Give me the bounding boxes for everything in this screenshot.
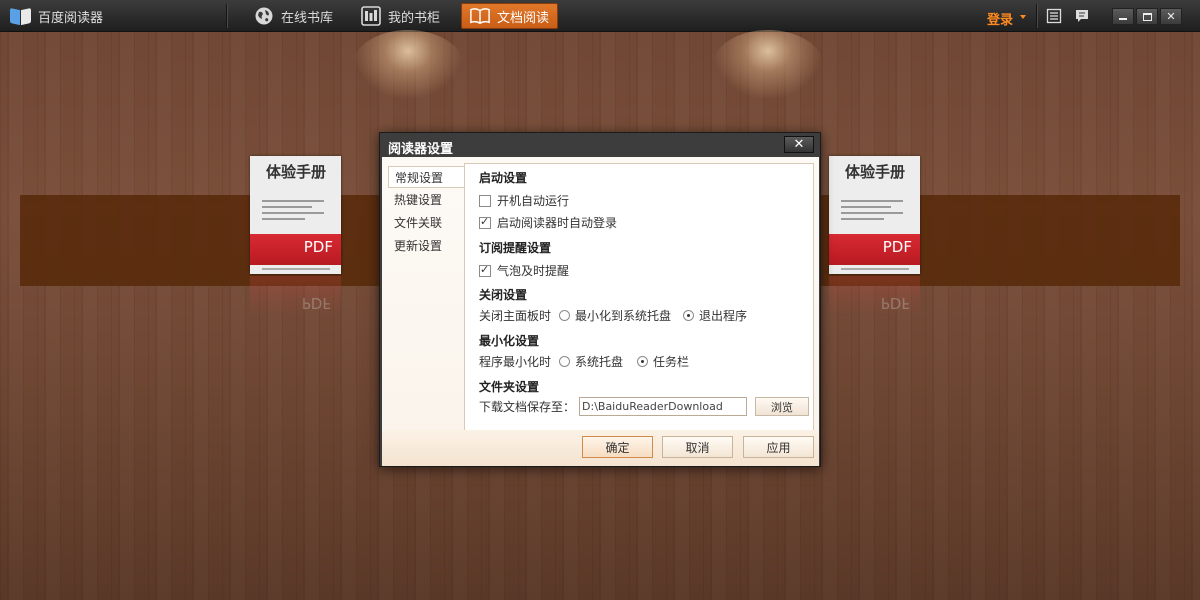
pdf-badge: PDF	[303, 238, 333, 256]
login-link[interactable]: 登录	[987, 9, 1013, 28]
pdf-reflection: PDF	[301, 294, 331, 312]
dialog-title: 阅读器设置	[388, 142, 454, 157]
bubble-reminder-option[interactable]: 气泡及时提醒	[479, 262, 569, 279]
close-window-button[interactable]: ✕	[1160, 8, 1182, 25]
section-title-subscription: 订阅提醒设置	[479, 241, 552, 255]
auto-login-checkbox[interactable]	[479, 215, 491, 229]
tab-label: 在线书库	[281, 10, 334, 26]
minimize-icon	[1119, 18, 1127, 20]
close-behavior-prefix: 关闭主面板时	[479, 309, 552, 323]
ceiling-light	[353, 30, 463, 100]
bookshelf-icon	[361, 6, 381, 26]
auto-login-option[interactable]: 启动阅读器时自动登录	[479, 214, 617, 231]
book-reflection: PDF	[829, 276, 920, 316]
pdf-badge: PDF	[882, 238, 912, 256]
auto-run-option[interactable]: 开机自动运行	[479, 192, 569, 209]
divider	[1036, 4, 1037, 28]
sidebar-item-general[interactable]: 常规设置	[388, 166, 466, 188]
app-logo: 百度阅读器	[10, 6, 103, 26]
close-behavior-row: 关闭主面板时 最小化到系统托盘 退出程序	[479, 307, 747, 324]
tab-my-bookshelf[interactable]: 我的书柜	[353, 3, 448, 29]
bubble-reminder-label: 气泡及时提醒	[497, 264, 570, 278]
list-view-icon[interactable]	[1046, 8, 1062, 24]
system-tray-label[interactable]: 系统托盘	[575, 353, 623, 370]
apply-button[interactable]: 应用	[743, 436, 814, 458]
maximize-button[interactable]	[1136, 8, 1158, 25]
auto-run-label: 开机自动运行	[497, 194, 570, 208]
taskbar-label[interactable]: 任务栏	[653, 353, 689, 370]
cover-text-lines	[262, 200, 324, 224]
minimize-to-tray-label[interactable]: 最小化到系统托盘	[575, 307, 671, 324]
minimize-to-tray-radio[interactable]	[559, 310, 571, 321]
minimize-button[interactable]	[1112, 8, 1134, 25]
section-title-minimize: 最小化设置	[479, 334, 540, 348]
section-title-close: 关闭设置	[479, 288, 528, 302]
ok-button[interactable]: 确定	[582, 436, 653, 458]
book-reflection: PDF	[250, 276, 341, 316]
browse-button[interactable]: 浏览	[755, 397, 810, 416]
book-cover[interactable]: 体验手册 PDF	[250, 156, 341, 274]
feedback-bubble-icon[interactable]	[1074, 8, 1090, 24]
globe-icon	[254, 6, 274, 26]
section-title-startup: 启动设置	[479, 171, 528, 185]
cancel-button[interactable]: 取消	[662, 436, 733, 458]
exit-program-radio[interactable]	[683, 310, 695, 321]
settings-panel: 启动设置 开机自动运行 启动阅读器时自动登录 订阅提醒设置 气泡及时提醒 关闭设…	[464, 163, 814, 431]
tab-label: 我的书柜	[388, 10, 441, 26]
dialog-close-button[interactable]: ✕	[784, 136, 814, 153]
dialog-body: 常规设置 热键设置 文件关联 更新设置 启动设置 开机自动运行 启动阅读器时自动…	[382, 157, 819, 466]
download-folder-prefix: 下载文档保存至：	[479, 400, 576, 414]
open-book-icon	[470, 6, 490, 26]
tab-label: 文档阅读	[497, 10, 550, 26]
download-folder-row: 下载文档保存至： 浏览	[479, 397, 810, 416]
auto-login-label: 启动阅读器时自动登录	[497, 216, 618, 230]
system-tray-radio[interactable]	[559, 356, 571, 367]
minimize-behavior-prefix: 程序最小化时	[479, 355, 552, 369]
ceiling-light	[713, 30, 823, 100]
reader-logo-icon	[10, 7, 32, 26]
book-cover[interactable]: 体验手册 PDF	[829, 156, 920, 274]
tab-document-reading[interactable]: 文档阅读	[461, 3, 558, 29]
sidebar-item-hotkeys[interactable]: 热键设置	[388, 189, 468, 211]
cover-footer-line	[262, 268, 330, 270]
pdf-reflection: PDF	[880, 294, 910, 312]
cover-text-lines	[841, 200, 903, 224]
cover-footer-line	[841, 268, 909, 270]
close-icon: ✕	[793, 137, 805, 152]
maximize-icon	[1142, 12, 1152, 21]
app-name: 百度阅读器	[38, 10, 104, 26]
tab-online-library[interactable]: 在线书库	[246, 3, 341, 29]
section-title-folder: 文件夹设置	[479, 380, 540, 394]
auto-run-checkbox[interactable]	[479, 194, 491, 207]
settings-dialog: 阅读器设置 ✕ 常规设置 热键设置 文件关联 更新设置 启动设置 开机自动运行 …	[379, 132, 821, 467]
book-title: 体验手册	[845, 163, 906, 181]
sidebar-item-update[interactable]: 更新设置	[388, 235, 468, 257]
bubble-reminder-checkbox[interactable]	[479, 263, 491, 277]
sidebar-item-file-association[interactable]: 文件关联	[388, 212, 468, 234]
login-dropdown-icon[interactable]	[1020, 15, 1026, 19]
taskbar-radio[interactable]	[637, 356, 649, 367]
download-path-input[interactable]	[579, 397, 748, 416]
minimize-behavior-row: 程序最小化时 系统托盘 任务栏	[479, 353, 689, 370]
divider	[226, 4, 227, 28]
dialog-footer: 确定 取消 应用	[382, 430, 819, 466]
exit-program-label[interactable]: 退出程序	[699, 307, 747, 324]
title-bar: 百度阅读器 在线书库 我的书柜 文档阅读 登录 ✕	[0, 0, 1200, 32]
book-title: 体验手册	[266, 163, 327, 181]
close-icon: ✕	[1166, 10, 1176, 23]
